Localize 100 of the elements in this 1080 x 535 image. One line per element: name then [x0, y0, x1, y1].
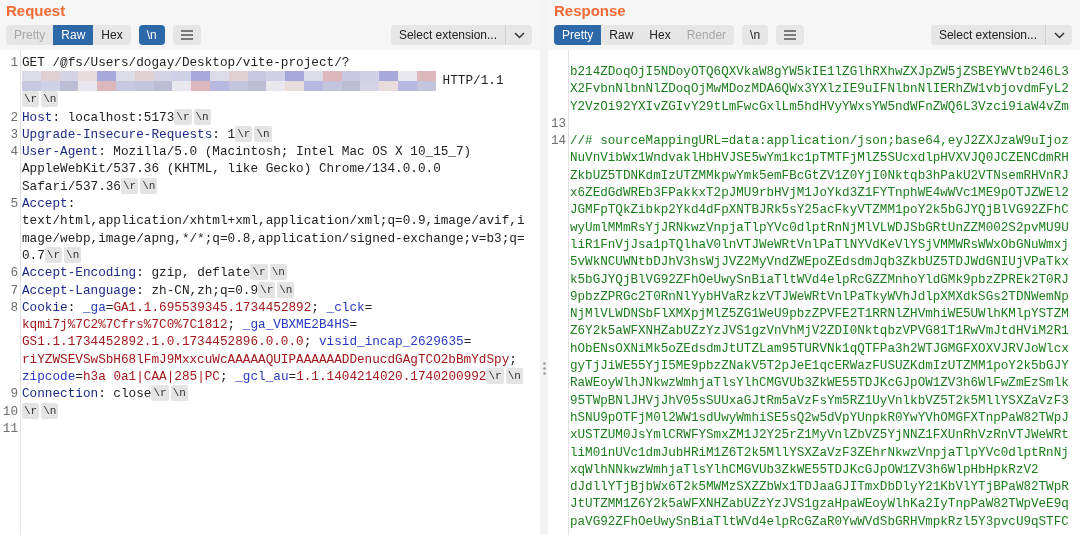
line-number: 1	[9, 54, 18, 72]
line-number: 8	[9, 298, 18, 317]
code-text: mage/webp,image/apng,*/*;q=0.8,application/signed-exchange;v=b3;q=	[22, 230, 525, 246]
header-name: Upgrade-Insecure-Requests	[22, 126, 213, 142]
line-break-marker: \r	[174, 108, 192, 125]
code-text: ZkbUZ5TDNKdmIzUTZMMkpwYmk5emFBcGtZV1Z0YjI0Nktqb3hPakU2VTNsemRHVnRJ	[570, 167, 1069, 185]
code-text: NjMlVLWDNSbFlXMXpjMlZ5ZG1WeU9pbzZPVFE2T1RRNlZHVmhiWE5UWlhKMlpYSTZM	[570, 306, 1069, 324]
line-number: 14	[549, 133, 566, 151]
newline-toggle[interactable]: \n	[742, 25, 769, 45]
code-text: Y2VzOi92YXIvZGIvY29tLmFwcGxlLm5hdHVyYWxsYW5ndWFnZWQ6L3Vzci9iaW4vZm	[570, 98, 1069, 116]
code-text: Safari/537.36	[22, 178, 121, 194]
line-number: 10	[1, 402, 18, 420]
chevron-down-icon	[1053, 31, 1065, 39]
code-text: wyUmlMMmRsYjJRNkwzVnpjaTlpYVc0dlptRnNjMlVLWDJSbGRtUnZZM002S2pvMU9U	[570, 219, 1069, 237]
code-text: =	[349, 317, 358, 333]
view-tab[interactable]: Hex	[641, 25, 679, 45]
extension-select[interactable]: Select extension...	[930, 25, 1072, 45]
code-text: paVG92ZFhOeUwySnBiaTltWVd4elpRcGZaR0YwWVdSbGRHVmpkRzl5Y3pvcU9qSTFC	[570, 513, 1069, 531]
line-break-marker: \r	[121, 177, 139, 194]
header-name: Accept	[22, 196, 68, 212]
line-number: 6	[9, 264, 18, 282]
code-text: gyTjJiWE55YjI5ME9pbzZNakV5T2pJeE1qcERWazFUSUZKdmIzUTZMM1poY2k5bGJY	[570, 358, 1069, 376]
code-text: RaWEoyWlhJNkwzWmhjaTlsYlhCMGVUb3ZkWE55TDJKcGJpOW1ZV3h6WlFwZmEzSmlk	[570, 375, 1069, 393]
code-text: Z6Y2k5aWFXNHZabUZzYzJVS1gzVnVhMjV2ZDI0NktqbzVPVG81T1RwVmJtdHViM2R1	[570, 323, 1069, 341]
code-text: b214ZDoqOjI5NDoyOTQ6QXVkaW8gYW5kIE1lZGlhRXhwZXJpZW5jZSBEYWVtb246L3	[570, 64, 1069, 81]
header-name: Accept-Language	[22, 282, 137, 298]
code-text: NuVnVibWx1WndvaklHbHVJSE5wYm1kc1pTMTFjMlZ5SUcxdlpHVXVJQ0JCZENCdmRH	[570, 150, 1069, 168]
code-text: X2FvbnNlbnNlZDoqOjMwMDozMDA6QWx3YXlzIE9uIFNlbnNlIERhZW1vbjovdmFyL2	[570, 81, 1069, 99]
view-tab[interactable]: Raw	[601, 25, 642, 45]
line-break-marker: \r	[250, 264, 268, 281]
line-number: 3	[9, 125, 18, 144]
code-text: ;	[220, 369, 229, 385]
code-text: : close	[98, 386, 152, 402]
code-text: :	[67, 299, 77, 315]
newline-toggle[interactable]: \n	[138, 25, 165, 45]
code-text: x6ZEdGdWREb3FPakkxT2pJMU9rbHVjM1JoYkd3Z1FYTnphWE4wWVc1ME9pOTJZWEl2	[570, 185, 1069, 203]
code-text: xUSTZUM0JsYmlCRWFYSmxZM1J2Y25rZ1MyVnlZbVZ5YjNNZ1FXUnRhVzRnVTJWeWRt	[570, 427, 1069, 445]
cookie-value: 1.1.1404214020.1740200992	[296, 369, 487, 385]
view-tab[interactable]: Pretty	[554, 25, 602, 45]
line-break-marker: \n	[41, 91, 59, 108]
code-text: AppleWebKit/537.36 (KHTML, like Gecko) Chrome/134.0.0.0	[22, 161, 441, 177]
extension-select[interactable]: Select extension...	[390, 25, 532, 45]
line-number: 4	[9, 143, 18, 162]
code-text: k5bGJYQjBlVG92ZFhOeUwySnBiaTltWVd4elpRcGZZMnhoYldGMk9pbzZPREk2T0RJ	[570, 271, 1069, 289]
cookie-name: _ga	[82, 299, 106, 315]
line-number: 2	[9, 108, 18, 126]
line-number: 11	[1, 419, 18, 438]
view-tab[interactable]: Hex	[93, 25, 131, 45]
code-text: ;	[509, 351, 518, 367]
line-break-marker: \n	[505, 368, 523, 385]
code-text: HTTP/1.1	[441, 73, 504, 89]
menu-button[interactable]	[776, 25, 805, 45]
code-text: liM01nUVc1dmJubHRiM1Z6T2k5MllYSXZaVzF3ZEhrNkwzVnpjaTlpYVc0dlptRnNj	[570, 444, 1069, 462]
line-number: 5	[9, 195, 18, 214]
code-text: 5vWkNCUWNtbDJhV3hsWjJVZ2MyVndZWEpoZEdsdmJqb3ZkbUZ5TDJWdGNIUjVPaTkx	[570, 254, 1069, 272]
menu-button[interactable]	[172, 25, 201, 45]
cookie-value: GS1.1.1734452892.1.0.1734452896.0.0.0	[22, 334, 304, 350]
code-text: //# sourceMappingURL=data:application/json;base64,eyJ2ZXJzaW9uIjoz	[570, 133, 1069, 151]
code-text: : zh-CN,zh;q=0.9	[136, 282, 259, 298]
header-name: Connection	[22, 386, 99, 402]
header-name: User-Agent	[22, 144, 99, 160]
line-break-marker: \n	[64, 246, 82, 263]
cookie-value: kqmi7j%7C2%7Cfrs%7C0%7C1812	[22, 317, 228, 333]
line-break-marker: \n	[170, 385, 188, 402]
code-text: : gzip, deflate	[136, 265, 251, 281]
menu-icon	[784, 30, 797, 40]
cookie-value: h3a 0a1|CAA|285|PC	[82, 369, 220, 385]
cookie-name: _clck	[326, 299, 365, 315]
cookie-name: _ga_VBXME2B4HS	[242, 317, 350, 333]
header-name: Cookie	[22, 299, 68, 315]
cookie-value: GA1.1.695539345.1734452892	[113, 299, 312, 315]
line-break-marker: \r	[22, 91, 40, 108]
line-break-marker: \n	[193, 108, 211, 125]
line-number: 9	[9, 385, 18, 403]
code-text: =	[288, 369, 297, 385]
view-tab[interactable]: Raw	[53, 25, 94, 45]
pane-title: Response	[554, 1, 626, 21]
code-text: 95TWpBNlJHVjJhV05sSUUxaGJtRm5aVzFsYm5RZ1UyVnlkbVZ5T2k5MllYSXZaVzF3	[570, 392, 1069, 410]
code-text: dJdllYTjBjbWx6T2k5MWMzSXZZbWx1TDJaaGJITmxDbDlyY21KbVlYTjBPaW82TWpR	[570, 479, 1069, 497]
code-text: JtUTZMM1Z6Y2k5aWFXNHZabUZzYzJVS1gzaHpaWEoyWlhKa2IyTnpPaW82TWpVeE9q	[570, 496, 1069, 514]
code-text: 9pbzZPRGc2T0RnNlYybHVaRzkzVTJWeWRtVnlPaTkyWVhJdlpXMXdkSGs2TDNWemNp	[570, 288, 1069, 306]
code-text: text/html,application/xhtml+xml,application/xml;q=0.9,image/avif,i	[22, 213, 525, 229]
line-break-marker: \n	[277, 281, 295, 298]
drag-handle-icon	[542, 362, 546, 375]
code-text: 0.7	[22, 247, 45, 263]
code-text: liR1FnVjJsa1pTQlhaV0lnVTJWeWRtVnlPaTlNYVdKeVlYSjVMMWRsWWxObGNuWmxj	[570, 236, 1069, 254]
cookie-value: riYZWSEVSwSbH68lFmJ9MxxcuWcAAAAAQUIPAAAAAADDenucdGAgTCO2bBmYdSpy	[22, 351, 510, 367]
line-break-marker: \n	[41, 402, 59, 419]
line-break-marker: \r	[22, 402, 40, 419]
code-text: : localhost:5173	[52, 109, 175, 125]
chevron-down-icon	[513, 31, 525, 39]
code-text: : Mozilla/5.0 (Macintosh; Intel Mac OS X 10_15_7)	[98, 144, 472, 160]
code-text: :	[67, 196, 76, 212]
code-text: hObENsOXNiMk5oZEdsdmJtUTZLam95TURVNk1qQTFPa3h2WTJGMGFXOXVJRVJoWlcx	[570, 340, 1069, 358]
line-break-marker: \r	[44, 246, 63, 263]
cookie-name: _gcl_au	[235, 369, 289, 385]
code-text: GET /@fs/Users/dogay/Desktop/vite-project/?	[22, 55, 350, 70]
code-text: ;	[227, 317, 237, 333]
header-name: Accept-Encoding	[22, 265, 137, 281]
line-break-marker: \n	[269, 264, 287, 281]
